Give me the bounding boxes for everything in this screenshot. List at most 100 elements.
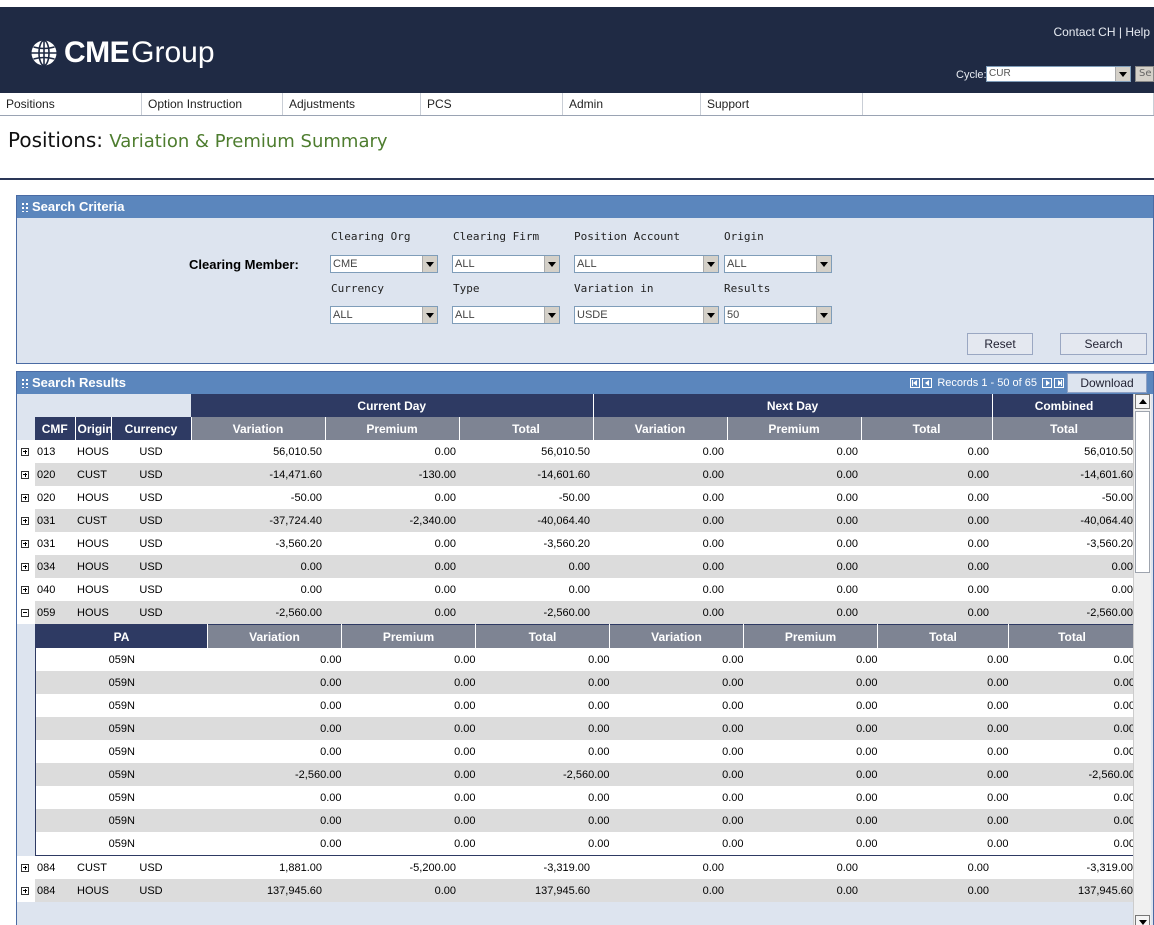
- origin-col-header[interactable]: Origin: [75, 417, 112, 440]
- table-row[interactable]: 020 CUST USD -14,471.60 -130.00 -14,601.60 0.0…: [17, 463, 1137, 486]
- expand-icon[interactable]: [21, 470, 29, 479]
- table-row[interactable]: 084 CUST USD 1,881.00 -5,200.00 -3,319.00 0.00…: [17, 856, 1137, 879]
- detail-current-variation-header[interactable]: Variation: [207, 624, 342, 648]
- nav-support[interactable]: Support: [701, 93, 863, 115]
- type-select[interactable]: ALL: [452, 306, 560, 324]
- expand-col-header: [17, 417, 35, 440]
- detail-next-variation-cell: 0.00: [609, 648, 744, 671]
- logo-group-text: Group: [131, 36, 215, 69]
- current-premium-col-header[interactable]: Premium: [325, 417, 460, 440]
- next-total-col-header[interactable]: Total: [861, 417, 993, 440]
- help-link[interactable]: Help: [1125, 25, 1150, 39]
- cycle-label: Cycle:: [956, 69, 987, 81]
- expand-icon[interactable]: [21, 516, 29, 525]
- chevron-down-icon[interactable]: [1115, 67, 1130, 81]
- detail-table-row[interactable]: 059N 0.00 0.00 0.00 0.00 0.00 0.00 0.00: [35, 648, 1136, 671]
- pa-cell: 059N: [35, 694, 208, 717]
- current-premium-cell: -130.00: [325, 463, 459, 486]
- nav-adjustments[interactable]: Adjustments: [283, 93, 421, 115]
- pa-col-header[interactable]: PA: [35, 624, 208, 648]
- currency-select[interactable]: ALL: [330, 306, 438, 324]
- current-variation-col-header[interactable]: Variation: [191, 417, 326, 440]
- detail-current-premium-header[interactable]: Premium: [341, 624, 476, 648]
- detail-next-total-header[interactable]: Total: [877, 624, 1009, 648]
- table-row[interactable]: 084 HOUS USD 137,945.60 0.00 137,945.60 0.00 0.…: [17, 879, 1137, 902]
- chevron-down-icon[interactable]: [703, 307, 718, 323]
- nav-admin[interactable]: Admin: [563, 93, 701, 115]
- expand-icon[interactable]: [21, 886, 29, 895]
- table-row[interactable]: 013 HOUS USD 56,010.50 0.00 56,010.50 0.00 0.00…: [17, 440, 1137, 463]
- cycle-select[interactable]: CUR: [986, 66, 1131, 82]
- detail-combined-total-header[interactable]: Total: [1008, 624, 1136, 648]
- scroll-up-icon[interactable]: [1135, 394, 1150, 409]
- table-row[interactable]: 034 HOUS USD 0.00 0.00 0.00 0.00 0.00 0.00 0.00: [17, 555, 1137, 578]
- position-account-select[interactable]: ALL: [574, 255, 719, 273]
- contact-ch-link[interactable]: Contact CH: [1053, 25, 1115, 39]
- detail-table-row[interactable]: 059N 0.00 0.00 0.00 0.00 0.00 0.00 0.00: [35, 740, 1136, 763]
- chevron-down-icon[interactable]: [703, 256, 718, 272]
- nav-pcs[interactable]: PCS: [421, 93, 563, 115]
- detail-table-row[interactable]: 059N 0.00 0.00 0.00 0.00 0.00 0.00 0.00: [35, 717, 1136, 740]
- search-button[interactable]: Search: [1060, 333, 1147, 355]
- detail-next-variation-header[interactable]: Variation: [609, 624, 744, 648]
- page-title-main: Positions:: [8, 128, 104, 152]
- results-select[interactable]: 50: [724, 306, 832, 324]
- cycle-set-button[interactable]: Se: [1135, 66, 1154, 82]
- detail-next-total-cell: 0.00: [877, 694, 1009, 717]
- expand-icon[interactable]: [21, 447, 29, 456]
- table-row[interactable]: 031 CUST USD -37,724.40 -2,340.00 -40,064.40 0…: [17, 509, 1137, 532]
- expand-icon[interactable]: [21, 539, 29, 548]
- detail-current-variation-cell: -2,560.00: [207, 763, 342, 786]
- chevron-down-icon[interactable]: [544, 307, 559, 323]
- next-premium-col-header[interactable]: Premium: [727, 417, 862, 440]
- table-row[interactable]: 020 HOUS USD -50.00 0.00 -50.00 0.00 0.00 0.00 -5…: [17, 486, 1137, 509]
- combined-total-col-header[interactable]: Total: [992, 417, 1137, 440]
- current-total-cell: 0.00: [459, 578, 594, 601]
- clearing-org-select[interactable]: CME: [330, 255, 438, 273]
- currency-col-header[interactable]: Currency: [111, 417, 192, 440]
- detail-table-row[interactable]: 059N 0.00 0.00 0.00 0.00 0.00 0.00 0.00: [35, 809, 1136, 832]
- collapse-icon[interactable]: [21, 608, 29, 617]
- nav-positions[interactable]: Positions: [0, 93, 142, 115]
- chevron-down-icon[interactable]: [816, 307, 831, 323]
- prev-page-icon[interactable]: [922, 378, 933, 388]
- expand-icon[interactable]: [21, 493, 29, 502]
- clearing-firm-select[interactable]: ALL: [452, 255, 560, 273]
- nav-option-instruction[interactable]: Option Instruction: [142, 93, 283, 115]
- last-page-icon[interactable]: [1054, 378, 1064, 388]
- origin-select[interactable]: ALL: [724, 255, 832, 273]
- download-button[interactable]: Download: [1067, 373, 1147, 393]
- detail-table-row[interactable]: 059N 0.00 0.00 0.00 0.00 0.00 0.00 0.00: [35, 694, 1136, 717]
- detail-current-premium-cell: 0.00: [341, 763, 476, 786]
- detail-table-row[interactable]: 059N 0.00 0.00 0.00 0.00 0.00 0.00 0.00: [35, 832, 1136, 856]
- next-variation-col-header[interactable]: Variation: [593, 417, 728, 440]
- table-row[interactable]: 059 HOUS USD -2,560.00 0.00 -2,560.00 0.00 0.00…: [17, 601, 1137, 624]
- expand-icon[interactable]: [21, 863, 29, 872]
- column-header-row: CMF Origin Currency Variation Premium To…: [17, 417, 1137, 440]
- current-total-col-header[interactable]: Total: [459, 417, 594, 440]
- detail-table-row[interactable]: 059N 0.00 0.00 0.00 0.00 0.00 0.00 0.00: [35, 671, 1136, 694]
- detail-current-total-header[interactable]: Total: [475, 624, 610, 648]
- chevron-down-icon[interactable]: [422, 256, 437, 272]
- detail-current-premium-cell: 0.00: [341, 740, 476, 763]
- detail-table-row[interactable]: 059N -2,560.00 0.00 -2,560.00 0.00 0.00 0.00 -2…: [35, 763, 1136, 786]
- chevron-down-icon[interactable]: [544, 256, 559, 272]
- expand-icon[interactable]: [21, 585, 29, 594]
- detail-table-row[interactable]: 059N 0.00 0.00 0.00 0.00 0.00 0.00 0.00: [35, 786, 1136, 809]
- detail-next-premium-header[interactable]: Premium: [743, 624, 878, 648]
- scroll-down-icon[interactable]: [1135, 915, 1150, 925]
- chevron-down-icon[interactable]: [422, 307, 437, 323]
- expand-icon[interactable]: [21, 562, 29, 571]
- origin-cell: HOUS: [75, 578, 111, 601]
- table-row[interactable]: 031 HOUS USD -3,560.20 0.00 -3,560.20 0.00 0.00…: [17, 532, 1137, 555]
- next-page-icon[interactable]: [1042, 378, 1052, 388]
- chevron-down-icon[interactable]: [816, 256, 831, 272]
- cmf-col-header[interactable]: CMF: [35, 417, 76, 440]
- variation-in-select[interactable]: USDE: [574, 306, 719, 324]
- table-row[interactable]: 040 HOUS USD 0.00 0.00 0.00 0.00 0.00 0.00 0.00: [17, 578, 1137, 601]
- cme-group-logo[interactable]: CME Group: [30, 35, 215, 71]
- reset-button[interactable]: Reset: [967, 333, 1033, 355]
- results-scrollbar[interactable]: [1133, 394, 1151, 925]
- first-page-icon[interactable]: [910, 378, 921, 388]
- scrollbar-thumb[interactable]: [1135, 411, 1150, 573]
